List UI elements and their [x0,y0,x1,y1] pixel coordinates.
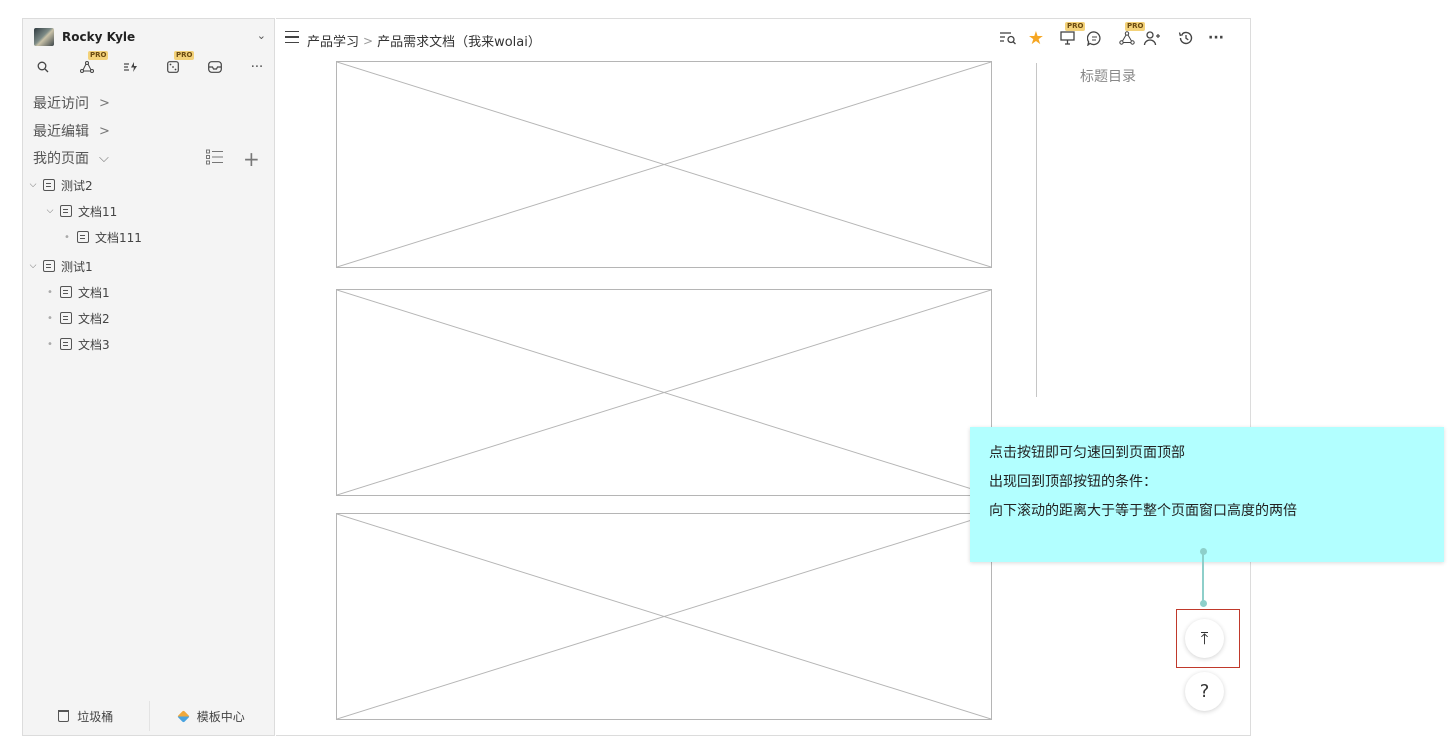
image-placeholder [336,61,992,268]
tree-item-label: 文档1 [78,285,110,300]
annotation-note: 点击按钮即可匀速回到页面顶部 出现回到顶部按钮的条件： 向下滚动的距离大于等于整… [970,427,1444,562]
breadcrumb-item[interactable]: 产品需求文档（我来wolai） [377,31,541,50]
bullet-icon: • [47,312,53,324]
annotation-line: 向下滚动的距离大于等于整个页面窗口高度的两倍 [989,503,1297,519]
trash-label: 垃圾桶 [77,709,114,724]
recent-visits[interactable]: 最近访问 > [33,93,110,113]
tree-item-label: 文档2 [78,311,110,326]
document-icon [77,231,89,243]
tree-item[interactable]: ⌵ 测试1 [27,257,93,275]
chevron-down-icon: ⌄ [256,29,266,42]
annotation-line: 出现回到顶部按钮的条件： [989,474,1157,490]
tree-item-label: 文档111 [95,230,142,245]
cube-icon [177,709,190,723]
chevron-right-icon: > [99,95,110,111]
graph-icon[interactable]: PRO [1115,22,1146,48]
trash-button[interactable]: 垃圾桶 [23,697,149,735]
my-pages[interactable]: 我的页面 ⌵ [33,148,109,168]
tree-item[interactable]: • 文档3 [44,335,110,353]
document-icon [60,286,72,298]
connector-dot [1200,548,1207,555]
bullet-icon: • [47,286,53,298]
breadcrumb: 产品学习 > 产品需求文档（我来wolai） [307,31,541,51]
arrow-up-to-top-icon: ⤒ [1200,628,1209,649]
document-icon [60,338,72,350]
help-button[interactable]: ? [1185,672,1224,711]
pro-badge: PRO [174,51,195,60]
main-panel: 产品学习 > 产品需求文档（我来wolai） ★ PRO PRO ··· 标题目… [276,18,1251,736]
pro-badge: PRO [88,51,109,60]
tree-item-label: 测试1 [61,259,93,274]
toc-divider [1036,63,1037,397]
recent-edits[interactable]: 最近编辑 > [33,121,110,141]
tree-item[interactable]: • 文档2 [44,309,110,327]
document-icon [43,260,55,272]
trash-icon [58,710,70,722]
page-toolbar: ★ PRO PRO ··· [997,22,1232,49]
tree-item-label: 文档3 [78,337,110,352]
present-icon[interactable]: PRO [1055,22,1086,48]
sidebar-footer: 垃圾桶 模板中心 [23,697,274,735]
add-page-icon[interactable]: + [243,147,260,171]
sidebar-toolbar: PRO PRO ··· [32,51,268,77]
workspace-name: Rocky Kyle [62,30,136,44]
search-in-page-icon[interactable] [997,28,1019,48]
document-icon [60,312,72,324]
tree-item[interactable]: ⌵ 文档11 [44,202,118,220]
document-icon [60,205,72,217]
chevron-down-icon: ⌵ [99,150,109,166]
back-to-top-button[interactable]: ⤒ [1185,619,1224,658]
list-view-icon[interactable] [206,149,224,169]
chevron-down-icon[interactable]: ⌵ [44,206,56,216]
comment-icon[interactable] [1083,28,1105,48]
chevron-down-icon[interactable]: ⌵ [27,180,39,190]
sidebar: Rocky Kyle ⌄ PRO PRO ··· 最近访问 > 最近编辑 > 我… [22,18,275,736]
document-icon [43,179,55,191]
help-icon: ? [1199,681,1210,702]
graph-icon[interactable]: PRO [76,51,109,77]
inbox-icon[interactable] [204,57,226,77]
image-placeholder [336,513,992,720]
toc-title: 标题目录 [1080,69,1136,85]
annotation-line: 点击按钮即可匀速回到页面顶部 [989,445,1185,461]
chevron-right-icon: > [99,123,110,139]
bullet-icon: • [47,338,53,350]
annotation-connector [1202,552,1204,605]
my-pages-label: 我的页面 [33,151,89,167]
breadcrumb-item[interactable]: 产品学习 [307,31,359,50]
tree-item[interactable]: ⌵ 测试2 [27,176,93,194]
recent-edits-label: 最近编辑 [33,124,89,140]
search-icon[interactable] [32,57,54,77]
image-placeholder [336,289,992,496]
menu-icon[interactable] [285,31,299,43]
template-center-label: 模板中心 [196,709,245,724]
tree-item[interactable]: • 文档111 [61,228,142,246]
more-icon[interactable]: ··· [1205,28,1227,48]
chevron-down-icon[interactable]: ⌵ [27,261,39,271]
connector-dot [1200,600,1207,607]
history-icon[interactable] [1175,28,1197,48]
chevron-right-icon: > [363,33,374,48]
divider [149,701,150,731]
tree-item-label: 文档11 [78,204,118,219]
avatar [34,28,54,46]
recent-visits-label: 最近访问 [33,96,89,112]
dice-icon[interactable]: PRO [162,51,195,77]
tree-item-label: 测试2 [61,178,93,193]
share-user-icon[interactable] [1141,28,1163,48]
star-icon[interactable]: ★ [1025,28,1047,49]
tree-item[interactable]: • 文档1 [44,283,110,301]
more-icon[interactable]: ··· [246,57,268,77]
bullet-icon: • [64,231,70,243]
template-center-button[interactable]: 模板中心 [149,697,275,735]
workspace-switcher[interactable]: Rocky Kyle ⌄ [34,27,266,47]
quick-capture-icon[interactable] [120,57,142,77]
